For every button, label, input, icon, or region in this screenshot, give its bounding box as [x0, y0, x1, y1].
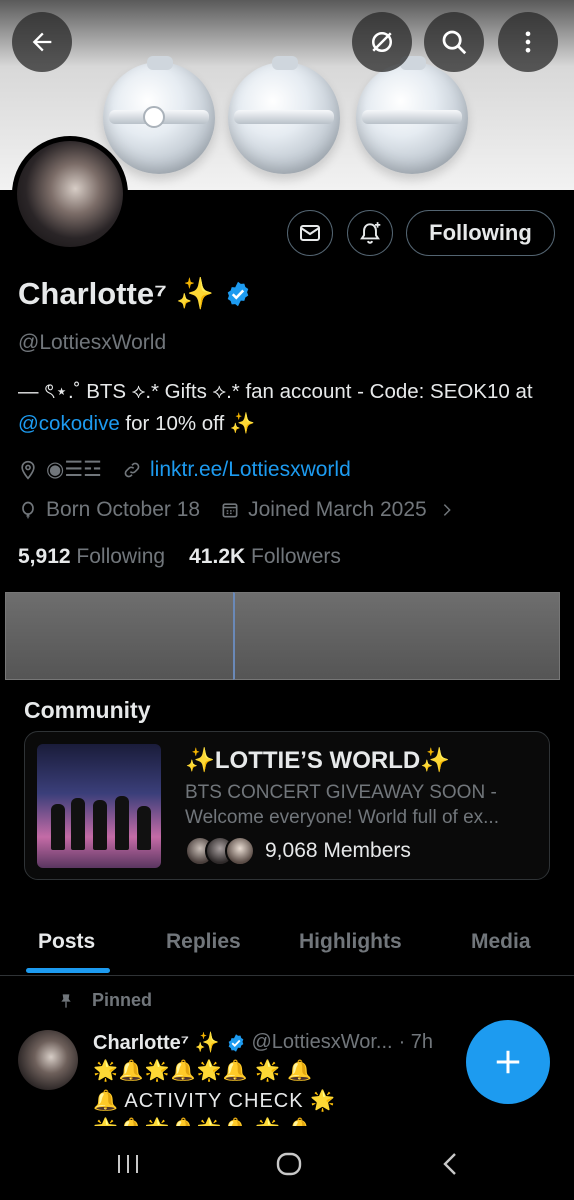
tab-replies[interactable]: Replies: [166, 930, 241, 954]
follow-counts: 5,912 Following 41.2K Followers: [18, 545, 341, 569]
bio-text: — ৎ⋆.˚ BTS ⟡.* Gifts ⟡.* fan account - C…: [18, 380, 533, 403]
home-button[interactable]: [269, 1146, 309, 1182]
system-back-button[interactable]: [430, 1146, 470, 1182]
profile-tabs: Posts Replies Highlights Media: [0, 910, 574, 976]
search-button[interactable]: [424, 12, 484, 72]
banner-orb: [356, 56, 468, 174]
bio-text-end: for 10% off ✨: [119, 412, 256, 435]
following-count-link[interactable]: 5,912 Following: [18, 545, 165, 569]
more-vertical-icon: [525, 31, 531, 53]
back-button[interactable]: [12, 12, 72, 72]
following-label: Following: [76, 545, 166, 568]
profile-name: Charlotte⁷ ✨: [18, 276, 215, 311]
link-icon: [122, 460, 142, 480]
highlight-card[interactable]: [233, 592, 560, 680]
joined-text: Joined March 2025: [248, 498, 427, 521]
post-avatar[interactable]: [18, 1030, 78, 1090]
community-section-title: Community: [24, 697, 151, 723]
mail-icon: [300, 225, 320, 241]
community-desc-line: BTS CONCERT GIVEAWAY SOON -: [185, 782, 497, 803]
community-card[interactable]: ✨LOTTIE’S WORLD✨ BTS CONCERT GIVEAWAY SO…: [24, 731, 550, 880]
post-text-line: 🔔 ACTIVITY CHECK 🌟: [93, 1090, 337, 1112]
members-count: 9,068 Members: [265, 839, 411, 862]
following-count: 5,912: [18, 545, 71, 568]
followers-count-link[interactable]: 41.2K Followers: [189, 545, 341, 569]
community-image: [37, 744, 161, 868]
profile-meta-location-website: ◉☰☲ linktr.ee/Lottiesxworld: [18, 457, 351, 482]
community-description: BTS CONCERT GIVEAWAY SOON - Welcome ever…: [185, 780, 540, 830]
balloon-icon: [18, 500, 38, 520]
tab-posts[interactable]: Posts: [38, 930, 95, 954]
plus-icon: [496, 1050, 520, 1074]
bell-plus-icon: [360, 222, 381, 244]
banner-orb: [228, 56, 340, 174]
post-header: Charlotte⁷ ✨ @LottiesxWor... · 7h: [93, 1030, 433, 1055]
compose-post-button[interactable]: [466, 1020, 550, 1104]
active-tab-indicator: [26, 968, 110, 973]
no-sync-button[interactable]: [352, 12, 412, 72]
website-link[interactable]: linktr.ee/Lottiesxworld: [150, 458, 351, 482]
verified-badge-icon: [227, 281, 249, 306]
message-button[interactable]: [287, 210, 333, 256]
recent-apps-icon: [118, 1155, 138, 1173]
community-title: ✨LOTTIE’S WORLD✨: [185, 747, 451, 774]
system-back-icon: [443, 1153, 456, 1175]
community-desc-line: Welcome everyone! World full of ex...: [185, 807, 499, 828]
bio-mention-link[interactable]: @cokodive: [18, 412, 120, 435]
birthday-text: Born October 18: [46, 498, 201, 521]
location-text: ◉☰☲: [46, 458, 102, 481]
post-author[interactable]: Charlotte⁷ ✨: [93, 1030, 220, 1055]
pin-icon: [61, 993, 71, 1008]
recent-apps-button[interactable]: [108, 1146, 148, 1182]
profile-meta-dates[interactable]: Born October 18 Joined March 2025: [18, 498, 455, 522]
profile-avatar[interactable]: [12, 136, 128, 252]
banner-orb: [103, 56, 215, 174]
tab-highlights[interactable]: Highlights: [299, 930, 402, 954]
post-time: · 7h: [398, 1031, 434, 1053]
notifications-button[interactable]: [347, 210, 393, 256]
no-sync-icon: [372, 32, 392, 52]
more-button[interactable]: [498, 12, 558, 72]
pinned-indicator: Pinned: [58, 990, 152, 1011]
pinned-label: Pinned: [92, 990, 153, 1010]
chevron-right-icon: [443, 504, 451, 516]
following-button[interactable]: Following: [406, 210, 555, 256]
profile-bio: — ৎ⋆.˚ BTS ⟡.* Gifts ⟡.* fan account - C…: [18, 376, 558, 440]
system-nav-bar: [0, 1126, 574, 1200]
calendar-icon: [220, 500, 240, 520]
community-members: 9,068 Members: [185, 836, 411, 866]
home-icon: [276, 1152, 302, 1176]
verified-badge-icon: [228, 1033, 243, 1052]
tab-media[interactable]: Media: [471, 930, 531, 954]
member-avatar: [225, 836, 255, 866]
profile-name-row: Charlotte⁷ ✨: [18, 275, 252, 312]
post-text-line: 🌟🔔🌟🔔🌟🔔 🌟 🔔: [93, 1060, 314, 1082]
post-handle[interactable]: @LottiesxWor...: [252, 1031, 393, 1054]
search-icon: [442, 30, 467, 55]
followers-count: 41.2K: [189, 545, 246, 568]
location-icon: [18, 460, 38, 480]
profile-handle: @LottiesxWorld: [18, 331, 167, 354]
arrow-left-icon: [32, 32, 52, 52]
followers-label: Followers: [251, 545, 341, 568]
